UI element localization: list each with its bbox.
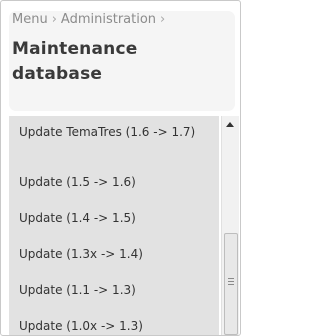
breadcrumb-link-administration[interactable]: Administration: [61, 12, 156, 27]
list-item-update-1-0x[interactable]: Update (1.0x -> 1.3): [19, 316, 143, 335]
list-item-update-tematres[interactable]: Update TemaTres (1.6 -> 1.7): [19, 122, 209, 142]
update-list: Update TemaTres (1.6 -> 1.7) Update (1.5…: [9, 116, 219, 335]
scroll-thumb[interactable]: [224, 233, 238, 335]
triangle-up-icon: [226, 122, 234, 127]
page-title: Maintenance database: [12, 39, 138, 84]
list-item-update-1-3x[interactable]: Update (1.3x -> 1.4): [19, 244, 143, 264]
scroll-up-button[interactable]: [222, 116, 239, 133]
list-item-update-1-1[interactable]: Update (1.1 -> 1.3): [19, 280, 136, 300]
scroll-grip-icon: [228, 278, 234, 285]
vertical-scrollbar[interactable]: [221, 116, 239, 335]
list-item-update-1-4[interactable]: Update (1.4 -> 1.5): [19, 208, 136, 228]
breadcrumb-separator: ›: [51, 12, 57, 27]
breadcrumb-link-menu[interactable]: Menu: [12, 12, 48, 27]
list-item-update-1-5[interactable]: Update (1.5 -> 1.6): [19, 172, 136, 192]
breadcrumb-separator: ›: [160, 12, 166, 27]
breadcrumb: Menu › Administration ›: [12, 12, 232, 27]
panel-frame: Menu › Administration › Maintenance databas…: [0, 0, 241, 336]
